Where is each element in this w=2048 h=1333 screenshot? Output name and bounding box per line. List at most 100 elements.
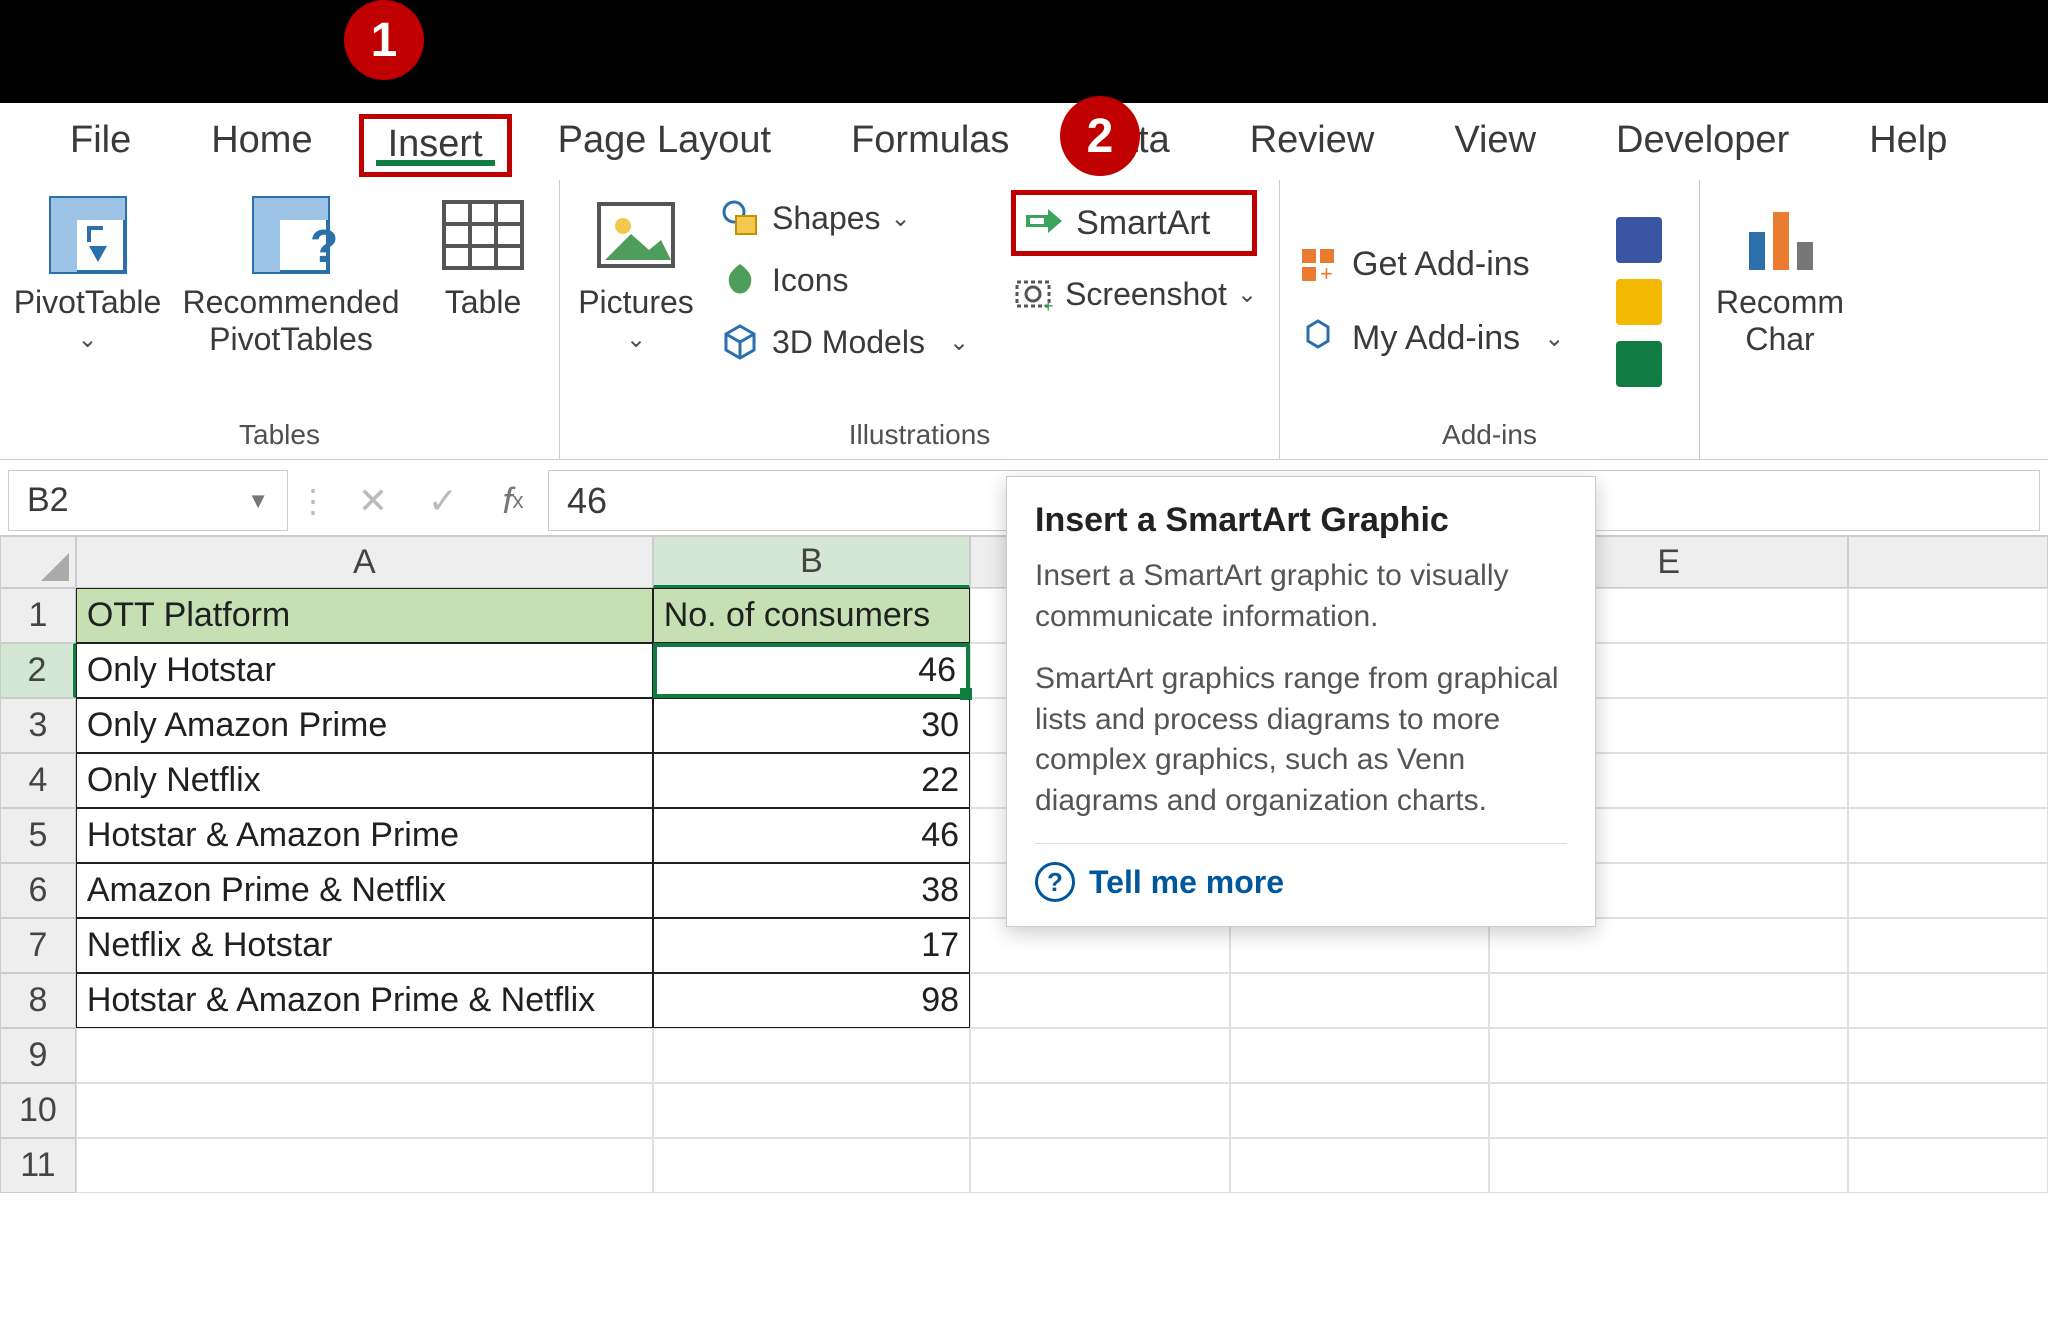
pivottable-button[interactable]: PivotTable ⌄: [16, 190, 159, 354]
cell[interactable]: [1489, 973, 1848, 1028]
smartart-label: SmartArt: [1076, 204, 1210, 243]
cell[interactable]: [970, 1138, 1230, 1193]
cell[interactable]: [1230, 1138, 1490, 1193]
people-graph-icon[interactable]: [1616, 341, 1662, 387]
select-all-corner[interactable]: [0, 536, 76, 588]
cell-b6[interactable]: 38: [653, 863, 970, 918]
cell[interactable]: [76, 1028, 653, 1083]
cell-a8[interactable]: Hotstar & Amazon Prime & Netflix: [76, 973, 653, 1028]
col-header-b[interactable]: B: [653, 536, 970, 588]
row-header[interactable]: 9: [0, 1028, 76, 1083]
cell-b4[interactable]: 22: [653, 753, 970, 808]
row-header[interactable]: 6: [0, 863, 76, 918]
3d-models-button[interactable]: 3D Models ⌄: [718, 314, 969, 370]
cell-b3[interactable]: 30: [653, 698, 970, 753]
svg-text:?: ?: [310, 220, 336, 272]
cell[interactable]: [1848, 698, 2048, 753]
bing-icon[interactable]: [1616, 279, 1662, 325]
tell-me-more-link[interactable]: ? Tell me more: [1035, 862, 1567, 902]
smartart-icon: [1022, 201, 1066, 245]
cell[interactable]: [1848, 1083, 2048, 1138]
cell[interactable]: [76, 1138, 653, 1193]
row-header[interactable]: 8: [0, 973, 76, 1028]
row-header[interactable]: 11: [0, 1138, 76, 1193]
table-button[interactable]: Table: [423, 190, 543, 321]
cell-b5[interactable]: 46: [653, 808, 970, 863]
cell[interactable]: [970, 973, 1230, 1028]
name-box[interactable]: B2 ▼: [8, 470, 288, 531]
table-label: Table: [445, 284, 522, 321]
row-header[interactable]: 4: [0, 753, 76, 808]
tab-help[interactable]: Help: [1829, 111, 1987, 180]
cell-a3[interactable]: Only Amazon Prime: [76, 698, 653, 753]
cell-b7[interactable]: 17: [653, 918, 970, 973]
tab-developer[interactable]: Developer: [1576, 111, 1829, 180]
row-header[interactable]: 10: [0, 1083, 76, 1138]
cell[interactable]: [1230, 1083, 1490, 1138]
cell-b1[interactable]: No. of consumers: [653, 588, 970, 643]
col-header-a[interactable]: A: [76, 536, 653, 588]
recommended-charts-button[interactable]: Recomm Char: [1716, 190, 1844, 358]
tab-review[interactable]: Review: [1210, 111, 1415, 180]
icons-button[interactable]: Icons: [718, 252, 969, 308]
tab-file[interactable]: File: [30, 111, 171, 180]
my-addins-button[interactable]: My Add-ins ⌄: [1296, 317, 1564, 361]
cancel-edit-button[interactable]: ✕: [338, 466, 408, 535]
shapes-button[interactable]: Shapes ⌄: [718, 190, 969, 246]
smartart-button[interactable]: SmartArt: [1011, 190, 1257, 256]
cell[interactable]: [970, 1083, 1230, 1138]
tab-page-layout[interactable]: Page Layout: [518, 111, 811, 180]
enter-edit-button[interactable]: ✓: [408, 466, 478, 535]
tab-view[interactable]: View: [1414, 111, 1576, 180]
cell[interactable]: [1848, 808, 2048, 863]
group-label-addins: Add-ins: [1296, 413, 1683, 453]
annotation-callout-2: 2: [1060, 96, 1140, 176]
chevron-down-icon[interactable]: ▼: [247, 488, 269, 514]
row-header[interactable]: 3: [0, 698, 76, 753]
cell[interactable]: [1848, 643, 2048, 698]
row-header[interactable]: 1: [0, 588, 76, 643]
col-header-f[interactable]: [1848, 536, 2048, 588]
cell[interactable]: [1489, 1083, 1848, 1138]
table-icon: [438, 190, 528, 280]
row-header[interactable]: 7: [0, 918, 76, 973]
tab-home[interactable]: Home: [171, 111, 352, 180]
recommended-pivottables-icon: ?: [246, 190, 336, 280]
cell[interactable]: [1848, 1028, 2048, 1083]
row-header[interactable]: 2: [0, 643, 76, 698]
cell-a6[interactable]: Amazon Prime & Netflix: [76, 863, 653, 918]
cell[interactable]: [653, 1028, 970, 1083]
cell[interactable]: [653, 1083, 970, 1138]
visio-icon[interactable]: [1616, 217, 1662, 263]
cell-a2[interactable]: Only Hotstar: [76, 643, 653, 698]
3d-models-label: 3D Models: [772, 324, 925, 361]
cell-a5[interactable]: Hotstar & Amazon Prime: [76, 808, 653, 863]
row-header[interactable]: 5: [0, 808, 76, 863]
tab-formulas[interactable]: Formulas: [811, 111, 1049, 180]
cell[interactable]: [76, 1083, 653, 1138]
cell[interactable]: [1230, 1028, 1490, 1083]
cell[interactable]: [1848, 973, 2048, 1028]
cell-a1[interactable]: OTT Platform: [76, 588, 653, 643]
cell-a7[interactable]: Netflix & Hotstar: [76, 918, 653, 973]
recommended-pivottables-button[interactable]: ? Recommended PivotTables: [181, 190, 401, 358]
cell[interactable]: [1848, 753, 2048, 808]
cell[interactable]: [1230, 973, 1490, 1028]
cell[interactable]: [1848, 1138, 2048, 1193]
cell[interactable]: [1848, 918, 2048, 973]
screenshot-button[interactable]: + Screenshot ⌄: [1011, 266, 1257, 322]
pictures-button[interactable]: Pictures ⌄: [576, 190, 696, 354]
get-addins-button[interactable]: + Get Add-ins: [1296, 243, 1564, 287]
cell[interactable]: [1848, 863, 2048, 918]
cell[interactable]: [1489, 1138, 1848, 1193]
cell-b2[interactable]: 46: [653, 643, 970, 698]
cell[interactable]: [1489, 1028, 1848, 1083]
cell-a4[interactable]: Only Netflix: [76, 753, 653, 808]
cell[interactable]: [653, 1138, 970, 1193]
cell-b8[interactable]: 98: [653, 973, 970, 1028]
cell[interactable]: [1848, 588, 2048, 643]
cell[interactable]: [970, 1028, 1230, 1083]
screenshot-icon: +: [1011, 272, 1055, 316]
fx-button[interactable]: fx: [478, 466, 548, 535]
tab-insert[interactable]: Insert: [359, 114, 512, 177]
